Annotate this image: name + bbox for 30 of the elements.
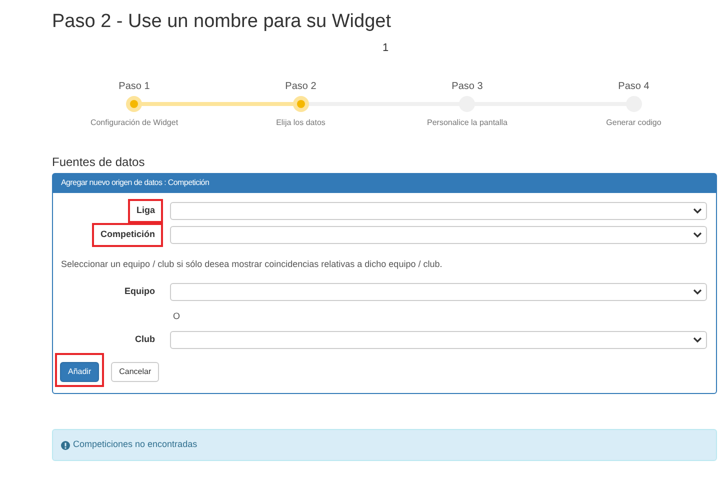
select-field[interactable] [170,202,707,220]
step-counter: 1 [382,41,389,56]
add-button[interactable]: Añadir [60,362,100,382]
field-label: Equipo [124,284,156,298]
step-caption: Configuración de Widget [90,118,178,128]
step-caption: Elija los datos [276,118,326,128]
or-text: O [173,310,180,324]
select-field[interactable] [170,330,707,348]
step-label: Paso 2 [285,80,316,92]
chevron-down-icon [693,288,702,294]
help-text: Seleccionar un equipo / club si sólo desea mostrar coincidencias relativas a dicho equipo / club. [61,258,444,271]
select-field[interactable] [170,226,707,244]
info-icon [61,440,70,450]
section-title: Fuentes de datos [52,154,146,170]
alert-text: Competiciones no encontradas [73,438,198,452]
step-label: Paso 4 [618,80,650,92]
chevron-down-icon [693,208,702,214]
field-label: Competición [92,223,163,247]
cancel-button[interactable]: Cancelar [111,362,160,382]
field-label: Club [134,332,156,346]
chevron-down-icon [693,232,702,238]
step-caption: Personalice la pantalla [427,118,508,128]
select-field[interactable] [170,282,707,300]
page-title: Paso 2 - Use un nombre para su Widget [52,10,392,34]
step-caption: Generar codigo [606,118,662,128]
field-label: Liga [128,199,163,223]
step-label: Paso 3 [452,80,483,92]
panel-header: Agregar nuevo origen de datos : Competición [53,174,716,192]
step-label: Paso 1 [118,80,150,92]
chevron-down-icon [693,336,702,342]
